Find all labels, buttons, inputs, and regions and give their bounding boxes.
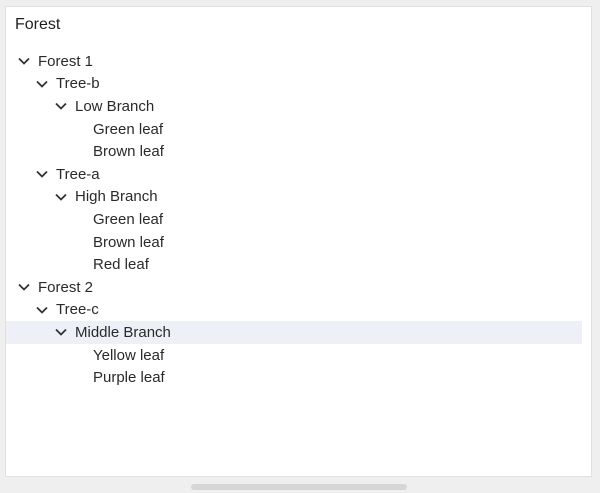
tree-leaf-brown[interactable]: Brown leaf (6, 140, 591, 163)
tree-node-tree-b[interactable]: Tree-b (6, 73, 591, 96)
chevron-down-icon[interactable] (33, 165, 51, 183)
tree-leaf-label: Yellow leaf (93, 346, 165, 364)
chevron-down-icon[interactable] (33, 301, 51, 319)
tree-leaf-yellow[interactable]: Yellow leaf (6, 344, 591, 367)
tree-node-label: Tree-b (56, 75, 100, 93)
forest-tree: Forest 1 Tree-b Low Branch Green leaf Br… (6, 50, 591, 389)
horizontal-scrollbar[interactable] (191, 484, 407, 490)
chevron-down-icon[interactable] (33, 75, 51, 93)
tree-leaf-label: Brown leaf (93, 233, 164, 251)
tree-leaf-label: Green leaf (93, 120, 164, 138)
chevron-down-icon[interactable] (15, 52, 33, 70)
tree-node-tree-c[interactable]: Tree-c (6, 299, 591, 322)
forest-panel: Forest Forest 1 Tree-b Low Branch Green … (5, 6, 592, 477)
chevron-down-icon[interactable] (15, 278, 33, 296)
tree-leaf-label: Brown leaf (93, 143, 164, 161)
tree-node-low-branch[interactable]: Low Branch (6, 95, 591, 118)
tree-leaf-brown[interactable]: Brown leaf (6, 231, 591, 254)
tree-leaf-red[interactable]: Red leaf (6, 253, 591, 276)
tree-node-label: High Branch (75, 188, 158, 206)
tree-leaf-label: Green leaf (93, 210, 164, 228)
tree-node-middle-branch[interactable]: Middle Branch (6, 321, 582, 344)
tree-leaf-label: Red leaf (93, 256, 149, 274)
tree-node-label: Forest 2 (38, 278, 94, 296)
tree-node-label: Tree-c (56, 301, 99, 319)
tree-node-high-branch[interactable]: High Branch (6, 186, 591, 209)
tree-node-label: Forest 1 (38, 52, 94, 70)
tree-leaf-purple[interactable]: Purple leaf (6, 366, 591, 389)
tree-node-label: Middle Branch (75, 323, 171, 341)
tree-leaf-green[interactable]: Green leaf (6, 208, 591, 231)
tree-node-label: Low Branch (75, 97, 155, 115)
chevron-down-icon[interactable] (52, 323, 70, 341)
tree-node-forest-2[interactable]: Forest 2 (6, 276, 591, 299)
tree-node-forest-1[interactable]: Forest 1 (6, 50, 591, 73)
tree-node-tree-a[interactable]: Tree-a (6, 163, 591, 186)
chevron-down-icon[interactable] (52, 188, 70, 206)
panel-title: Forest (15, 16, 61, 33)
tree-node-label: Tree-a (56, 165, 100, 183)
chevron-down-icon[interactable] (52, 97, 70, 115)
tree-leaf-label: Purple leaf (93, 369, 165, 387)
tree-leaf-green[interactable]: Green leaf (6, 118, 591, 141)
